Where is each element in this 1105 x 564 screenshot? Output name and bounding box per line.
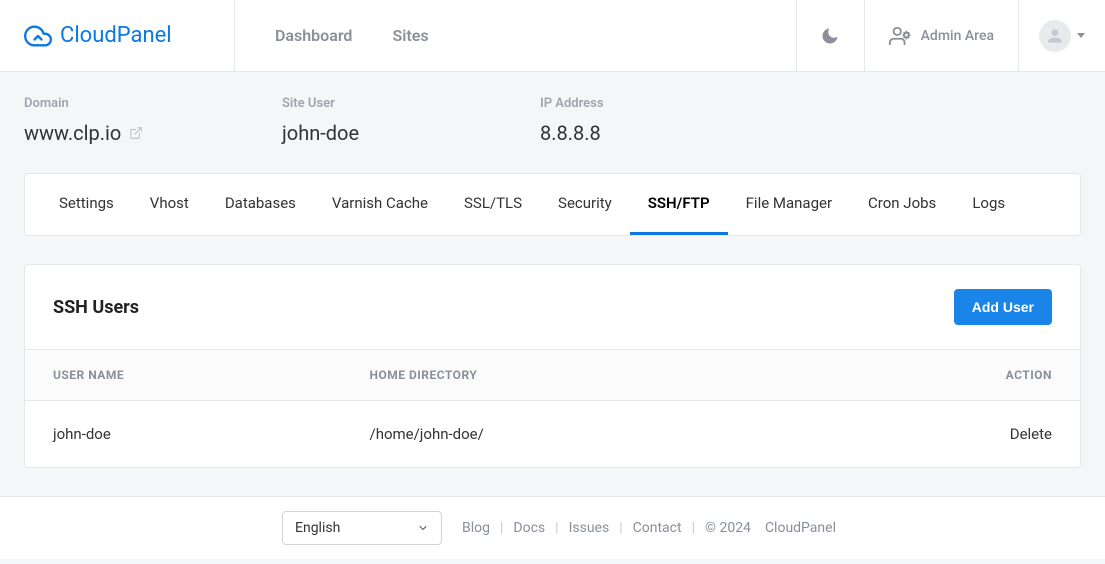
footer-product[interactable]: CloudPanel — [765, 520, 836, 536]
tab-ssh-ftp[interactable]: SSH/FTP — [630, 174, 728, 235]
info-domain-label: Domain — [24, 96, 282, 111]
tab-varnish-cache[interactable]: Varnish Cache — [314, 174, 446, 235]
col-homedir: Home Directory — [342, 350, 922, 401]
delete-link[interactable]: Delete — [1010, 425, 1052, 443]
footer-blog[interactable]: Blog — [462, 520, 490, 536]
topbar-right: Admin Area — [796, 0, 1105, 71]
moon-icon — [820, 26, 840, 46]
info-siteuser-value: john-doe — [282, 121, 540, 145]
chevron-down-icon — [417, 522, 429, 534]
admin-area-label: Admin Area — [921, 28, 994, 44]
tab-file-manager[interactable]: File Manager — [728, 174, 850, 235]
nav-dashboard[interactable]: Dashboard — [275, 26, 352, 45]
cloud-icon — [24, 22, 52, 50]
footer: English Blog | Docs | Issues | Contact |… — [0, 496, 1105, 559]
brand-text: CloudPanel — [60, 23, 172, 48]
tab-ssl-tls[interactable]: SSL/TLS — [446, 174, 540, 235]
ssh-users-header: SSH Users Add User — [25, 265, 1080, 349]
tabs-panel: Settings Vhost Databases Varnish Cache S… — [24, 173, 1081, 236]
footer-contact[interactable]: Contact — [633, 520, 682, 536]
language-select[interactable]: English — [282, 511, 442, 545]
footer-issues[interactable]: Issues — [569, 520, 610, 536]
tab-cron-jobs[interactable]: Cron Jobs — [850, 174, 954, 235]
admin-area-link[interactable]: Admin Area — [864, 0, 1018, 71]
external-link-icon[interactable] — [129, 126, 143, 140]
tab-databases[interactable]: Databases — [207, 174, 314, 235]
table-row: john-doe /home/john-doe/ Delete — [25, 401, 1080, 468]
cell-username: john-doe — [25, 401, 342, 468]
users-gear-icon — [889, 25, 911, 47]
user-menu[interactable] — [1018, 0, 1105, 71]
tabs: Settings Vhost Databases Varnish Cache S… — [25, 174, 1080, 235]
theme-toggle[interactable] — [796, 0, 864, 71]
language-value: English — [295, 520, 340, 536]
ssh-users-table: User Name Home Directory Action john-doe… — [25, 349, 1080, 467]
avatar — [1039, 20, 1071, 52]
ssh-users-title: SSH Users — [53, 297, 139, 318]
footer-links: Blog | Docs | Issues | Contact | © 2024 … — [462, 520, 836, 536]
nav-sites[interactable]: Sites — [392, 26, 428, 45]
info-siteuser-label: Site User — [282, 96, 540, 111]
info-domain-value[interactable]: www.clp.io — [24, 121, 121, 145]
ssh-users-card: SSH Users Add User User Name Home Direct… — [24, 264, 1081, 468]
tab-security[interactable]: Security — [540, 174, 630, 235]
info-ip-value: 8.8.8.8 — [540, 121, 798, 145]
top-nav: Dashboard Sites — [235, 0, 796, 71]
footer-copyright: © 2024 — [705, 520, 751, 536]
footer-docs[interactable]: Docs — [513, 520, 545, 536]
col-username: User Name — [25, 350, 342, 401]
tab-settings[interactable]: Settings — [25, 174, 132, 235]
info-siteuser: Site User john-doe — [282, 96, 540, 145]
site-info: Domain www.clp.io Site User john-doe IP … — [24, 72, 1081, 173]
content-area: Domain www.clp.io Site User john-doe IP … — [0, 72, 1105, 468]
cell-homedir: /home/john-doe/ — [342, 401, 922, 468]
info-domain: Domain www.clp.io — [24, 96, 282, 145]
topbar: CloudPanel Dashboard Sites Admin Area — [0, 0, 1105, 72]
tab-logs[interactable]: Logs — [954, 174, 1023, 235]
chevron-down-icon — [1077, 33, 1085, 38]
brand[interactable]: CloudPanel — [0, 0, 235, 71]
add-user-button[interactable]: Add User — [954, 289, 1052, 325]
info-ip-label: IP Address — [540, 96, 798, 111]
tab-vhost[interactable]: Vhost — [132, 174, 207, 235]
info-ip: IP Address 8.8.8.8 — [540, 96, 798, 145]
col-action: Action — [922, 350, 1080, 401]
